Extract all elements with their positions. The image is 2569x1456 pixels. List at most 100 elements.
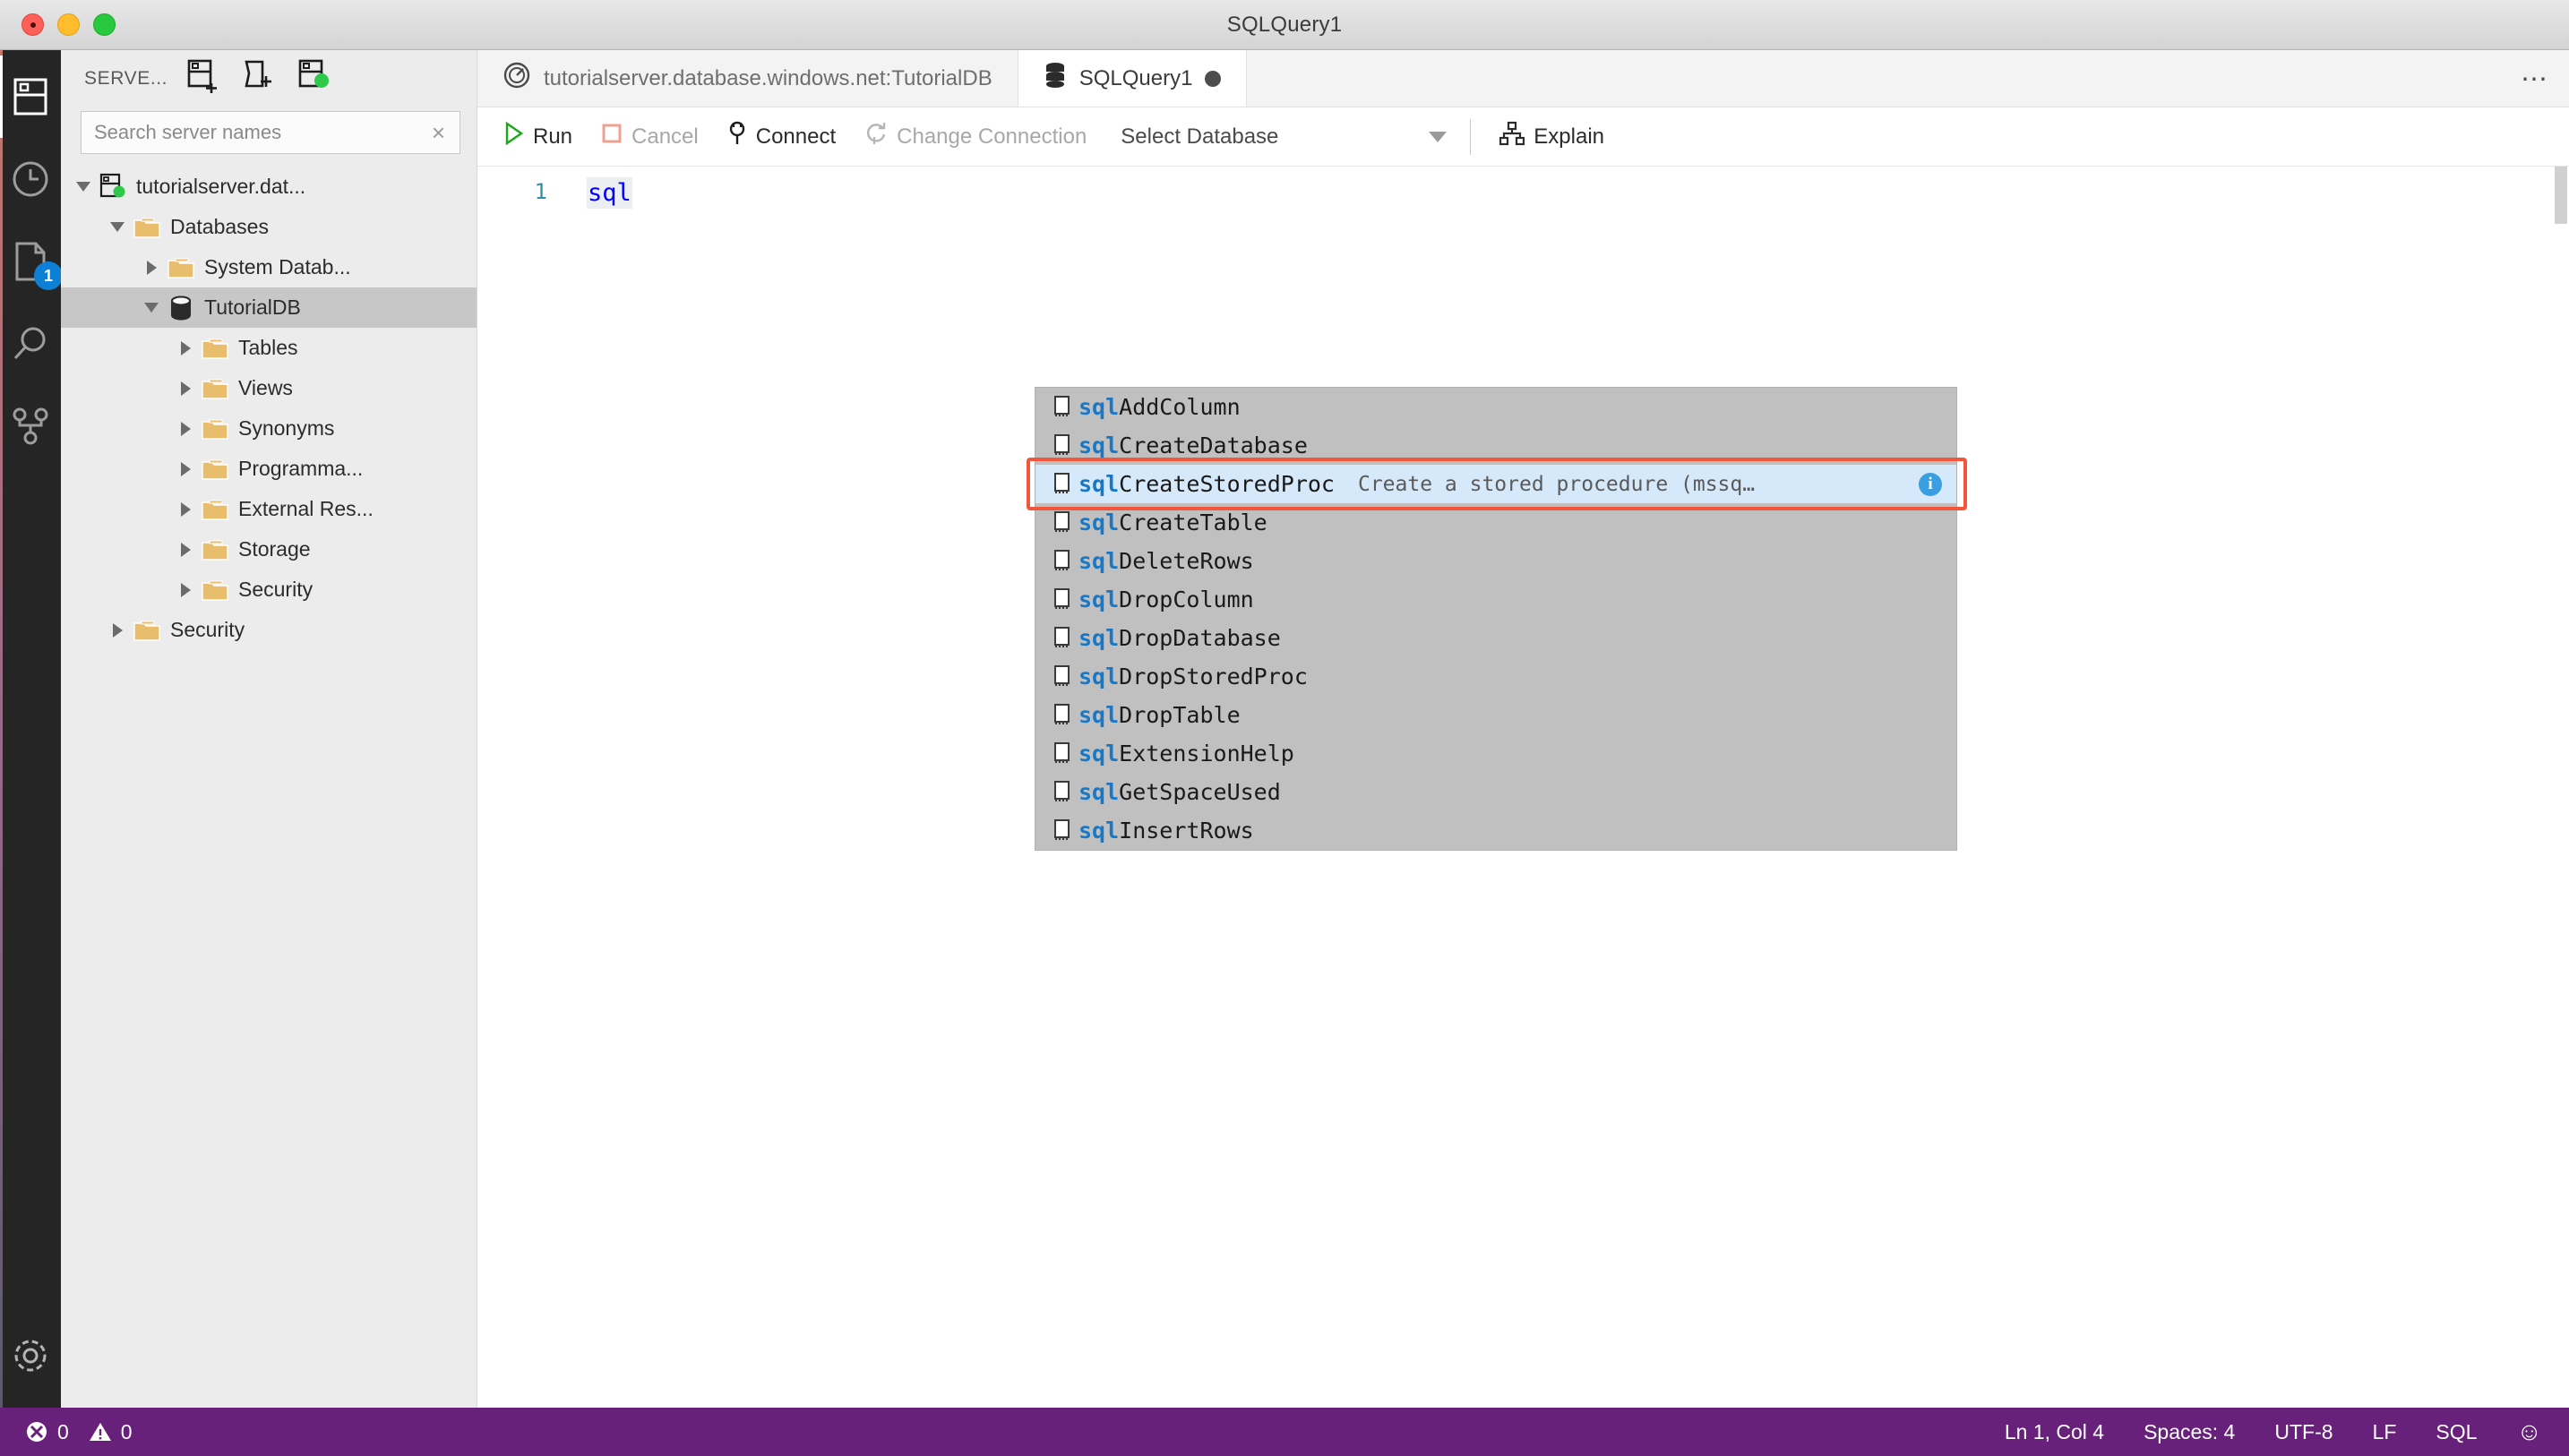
status-language-mode[interactable]: SQL [2416,1420,2496,1444]
twisty-collapsed-icon[interactable] [106,622,129,638]
snippet-icon [1048,472,1078,497]
autocomplete-item-label: GetSpaceUsed [1119,779,1281,805]
editor-actions-more-button[interactable]: ⋯ [2501,50,2569,107]
twisty-expanded-icon[interactable] [72,182,95,192]
tree-item-tables[interactable]: Tables [61,328,477,368]
connect-button[interactable]: Connect [713,115,850,159]
activity-item-history[interactable] [0,138,61,220]
autocomplete-item-droptable[interactable]: sql DropTable [1035,696,1956,734]
explain-button[interactable]: Explain [1485,115,1619,159]
connect-button-label: Connect [755,124,837,149]
autocomplete-item-match: sql [1078,779,1120,805]
activity-item-notebooks[interactable]: 1 [0,220,63,303]
autocomplete-item-label: CreateStoredProc [1119,471,1335,497]
tree-item-programma[interactable]: Programma... [61,449,477,489]
folder-icon [163,256,199,279]
snippet-icon [1048,703,1078,728]
twisty-collapsed-icon[interactable] [174,542,197,557]
database-icon [163,295,199,321]
window-title: SQLQuery1 [1226,12,1343,37]
status-cursor-position[interactable]: Ln 1, Col 4 [1985,1420,2124,1444]
folder-icon [197,377,233,400]
activity-item-source-control[interactable] [0,385,61,467]
autocomplete-item-addcolumn[interactable]: sql AddColumn [1035,388,1956,426]
select-database-dropdown[interactable]: Select Database [1115,115,1456,159]
autocomplete-item-label: DropDatabase [1119,625,1281,651]
activity-item-settings[interactable] [0,1322,61,1393]
new-server-group-button[interactable] [237,58,279,99]
tree-item-external-res[interactable]: External Res... [61,489,477,529]
clear-search-icon[interactable]: × [426,121,451,144]
twisty-collapsed-icon[interactable] [174,501,197,517]
activity-item-search[interactable] [0,303,61,385]
autocomplete-item-createdatabase[interactable]: sql CreateDatabase [1035,426,1956,465]
scrollbar-thumb[interactable] [2555,167,2567,224]
status-eol[interactable]: LF [2353,1420,2417,1444]
tree-item-storage[interactable]: Storage [61,529,477,570]
tab-sqlquery1[interactable]: SQLQuery1 [1018,50,1248,107]
autocomplete-item-createstoredproc[interactable]: sql CreateStoredProc Create a stored proce… [1027,458,1967,510]
history-icon [11,159,50,199]
tree-item-label: System Datab... [204,255,351,278]
autocomplete-popup[interactable]: sql AddColumn sql CreateDatabase sql CreateSt… [1027,387,1967,851]
autocomplete-item-match: sql [1078,510,1120,535]
status-encoding[interactable]: UTF-8 [2255,1420,2352,1444]
tree-item-tutorialserver-dat[interactable]: tutorialserver.dat... [61,167,477,207]
twisty-expanded-icon[interactable] [140,303,163,313]
search-servers-input[interactable]: Search server names × [81,111,460,154]
twisty-collapsed-icon[interactable] [174,381,197,396]
servers-icon [13,77,48,116]
tab-dashboard-label: tutorialserver.database.windows.net:Tuto… [544,65,992,90]
twisty-collapsed-icon[interactable] [174,421,197,436]
twisty-collapsed-icon[interactable] [174,340,197,355]
twisty-collapsed-icon[interactable] [174,461,197,476]
plug-icon [727,121,747,152]
folder-icon [197,337,233,360]
new-connection-button[interactable] [182,58,223,99]
tree-item-security[interactable]: Security [61,610,477,650]
autocomplete-item-label: DropStoredProc [1119,664,1308,689]
autocomplete-item-label: DropColumn [1119,587,1254,612]
autocomplete-item-deleterows[interactable]: sql DeleteRows [1035,542,1956,580]
tree-item-security[interactable]: Security [61,570,477,610]
tree-item-databases[interactable]: Databases [61,207,477,247]
tree-item-label: Tables [238,336,298,359]
tab-dashboard[interactable]: tutorialserver.database.windows.net:Tuto… [477,50,1018,107]
status-problems[interactable]: 0 0 [25,1420,133,1444]
warning-count: 0 [120,1419,133,1443]
twisty-collapsed-icon[interactable] [140,260,163,275]
cancel-button-label: Cancel [632,124,699,149]
autocomplete-item-createtable[interactable]: sql CreateTable [1035,503,1956,542]
run-button[interactable]: Run [490,115,587,159]
change-connection-label: Change Connection [897,124,1087,149]
tree-item-tutorialdb[interactable]: TutorialDB [61,287,477,328]
tree-item-synonyms[interactable]: Synonyms [61,408,477,449]
twisty-expanded-icon[interactable] [106,222,129,232]
tree-item-system-datab[interactable]: System Datab... [61,247,477,287]
autocomplete-item-dropcolumn[interactable]: sql DropColumn [1035,580,1956,619]
search-icon [11,324,50,364]
tree-item-views[interactable]: Views [61,368,477,408]
folder-icon [129,619,165,642]
editor-vertical-scrollbar[interactable] [2553,167,2569,1408]
autocomplete-item-getspaceused[interactable]: sql GetSpaceUsed [1035,773,1956,811]
error-count: 0 [57,1419,69,1443]
tab-dirty-indicator[interactable] [1205,70,1222,87]
snippet-icon [1048,433,1078,458]
status-indentation[interactable]: Spaces: 4 [2124,1420,2255,1444]
autocomplete-item-dropstoredproc[interactable]: sql DropStoredProc [1035,657,1956,696]
gear-icon [10,1335,51,1381]
autocomplete-item-extensionhelp[interactable]: sql ExtensionHelp [1035,734,1956,773]
activity-item-servers[interactable] [0,56,61,138]
autocomplete-item-info-icon[interactable]: i [1919,472,1942,496]
autocomplete-item-insertrows[interactable]: sql InsertRows [1035,811,1956,850]
status-feedback-smiley[interactable]: ☺ [2496,1417,2569,1446]
active-connections-button[interactable] [293,58,334,99]
autocomplete-item-dropdatabase[interactable]: sql DropDatabase [1035,619,1956,657]
code-editor[interactable]: 1 sql sql AddColumn sql CreateDatabase sql Cr… [477,167,2569,1408]
autocomplete-item-match: sql [1078,471,1120,497]
twisty-collapsed-icon[interactable] [174,582,197,597]
notebook-badge: 1 [34,261,63,290]
folder-icon [197,458,233,481]
warning-icon [89,1420,112,1443]
